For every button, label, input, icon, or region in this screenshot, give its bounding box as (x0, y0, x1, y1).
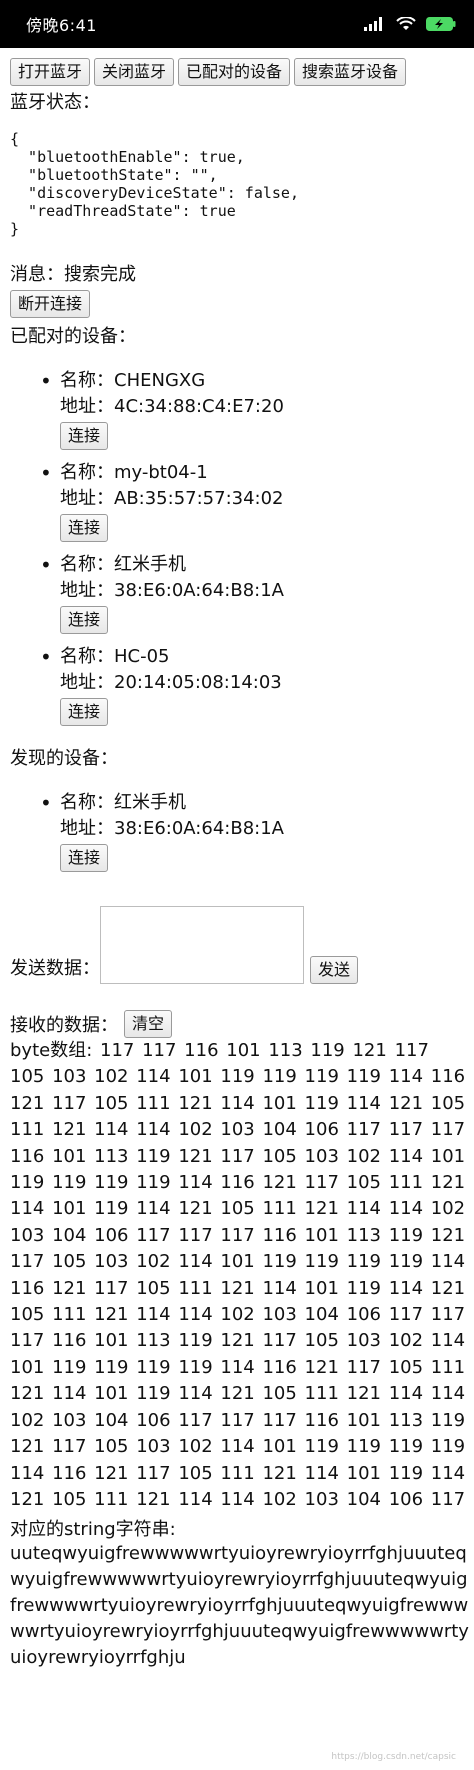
connect-button[interactable]: 连接 (60, 698, 109, 726)
battery-charging-icon (426, 17, 456, 31)
watermark: https://blog.csdn.net/capsic (331, 1752, 456, 1762)
device-address: 地址：38:E6:0A:64:B8:1A (60, 818, 284, 839)
connect-button[interactable]: 连接 (60, 606, 109, 634)
connect-button[interactable]: 连接 (60, 422, 109, 450)
received-string: uuteqwyuigfrewwwwwrtyuioyrewryioyrrfghju… (10, 1543, 469, 1669)
device-name: 名称：my-bt04-1 (60, 462, 208, 483)
connect-button[interactable]: 连接 (60, 844, 109, 872)
device-name: 名称：红米手机 (60, 554, 186, 575)
main-content: 打开蓝牙 关闭蓝牙 已配对的设备 搜索蓝牙设备 蓝牙状态： { "bluetoo… (10, 58, 470, 1671)
status-icons (364, 17, 456, 31)
paired-devices-title: 已配对的设备： (10, 326, 136, 347)
open-bluetooth-button[interactable]: 打开蓝牙 (10, 58, 91, 86)
message-row: 消息：搜索完成 (10, 260, 470, 286)
paired-devices-list: 名称：CHENGXG 地址：4C:34:88:C4:E7:20 连接 名称：my… (40, 368, 470, 726)
list-item: 名称：红米手机 地址：38:E6:0A:64:B8:1A 连接 (40, 552, 470, 634)
device-name: 名称：CHENGXG (60, 370, 206, 391)
discovered-devices-list: 名称：红米手机 地址：38:E6:0A:64:B8:1A 连接 (40, 790, 470, 872)
send-data-input[interactable] (100, 906, 304, 984)
list-item: 名称：CHENGXG 地址：4C:34:88:C4:E7:20 连接 (40, 368, 470, 450)
clear-button[interactable]: 清空 (124, 1010, 173, 1038)
list-item: 名称：HC-05 地址：20:14:05:08:14:03 连接 (40, 644, 470, 726)
message-value: 搜索完成 (64, 264, 136, 285)
receive-label: 接收的数据： (10, 1015, 118, 1036)
status-time: 傍晚6:41 (26, 16, 97, 35)
bytes-value: 117 117 116 101 113 119 121 117 105 103 … (10, 1040, 466, 1510)
device-address: 地址：38:E6:0A:64:B8:1A (60, 580, 284, 601)
send-label: 发送数据： (10, 958, 100, 979)
connect-button[interactable]: 连接 (60, 514, 109, 542)
device-address: 地址：20:14:05:08:14:03 (60, 672, 282, 693)
discovered-devices-title: 发现的设备： (10, 748, 118, 769)
device-address: 地址：AB:35:57:57:34:02 (60, 488, 284, 509)
device-name: 名称：红米手机 (60, 792, 186, 813)
bluetooth-state-label: 蓝牙状态： (10, 92, 100, 113)
send-button[interactable]: 发送 (310, 956, 359, 984)
receive-row: 接收的数据： 清空 (10, 1010, 470, 1038)
message-label: 消息： (10, 264, 64, 285)
disconnect-button[interactable]: 断开连接 (10, 290, 91, 318)
paired-devices-button[interactable]: 已配对的设备 (178, 58, 291, 86)
device-address: 地址：4C:34:88:C4:E7:20 (60, 396, 284, 417)
status-bar: 傍晚6:41 (0, 0, 474, 48)
device-name: 名称：HC-05 (60, 646, 170, 667)
list-item: 名称：my-bt04-1 地址：AB:35:57:57:34:02 连接 (40, 460, 470, 542)
wifi-icon (396, 17, 416, 31)
close-bluetooth-button[interactable]: 关闭蓝牙 (94, 58, 175, 86)
bytes-label: byte数组: (10, 1040, 93, 1061)
list-item: 名称：红米手机 地址：38:E6:0A:64:B8:1A 连接 (40, 790, 470, 872)
bluetooth-state-json: { "bluetoothEnable": true, "bluetoothSta… (10, 130, 299, 238)
action-toolbar: 打开蓝牙 关闭蓝牙 已配对的设备 搜索蓝牙设备 (10, 58, 470, 86)
received-bytes: byte数组: 117 117 116 101 113 119 121 117 … (10, 1038, 470, 1513)
signal-icon (364, 17, 386, 31)
string-label: 对应的string字符串: (10, 1519, 176, 1541)
search-devices-button[interactable]: 搜索蓝牙设备 (294, 58, 407, 86)
send-row: 发送数据： 发送 (10, 906, 470, 984)
